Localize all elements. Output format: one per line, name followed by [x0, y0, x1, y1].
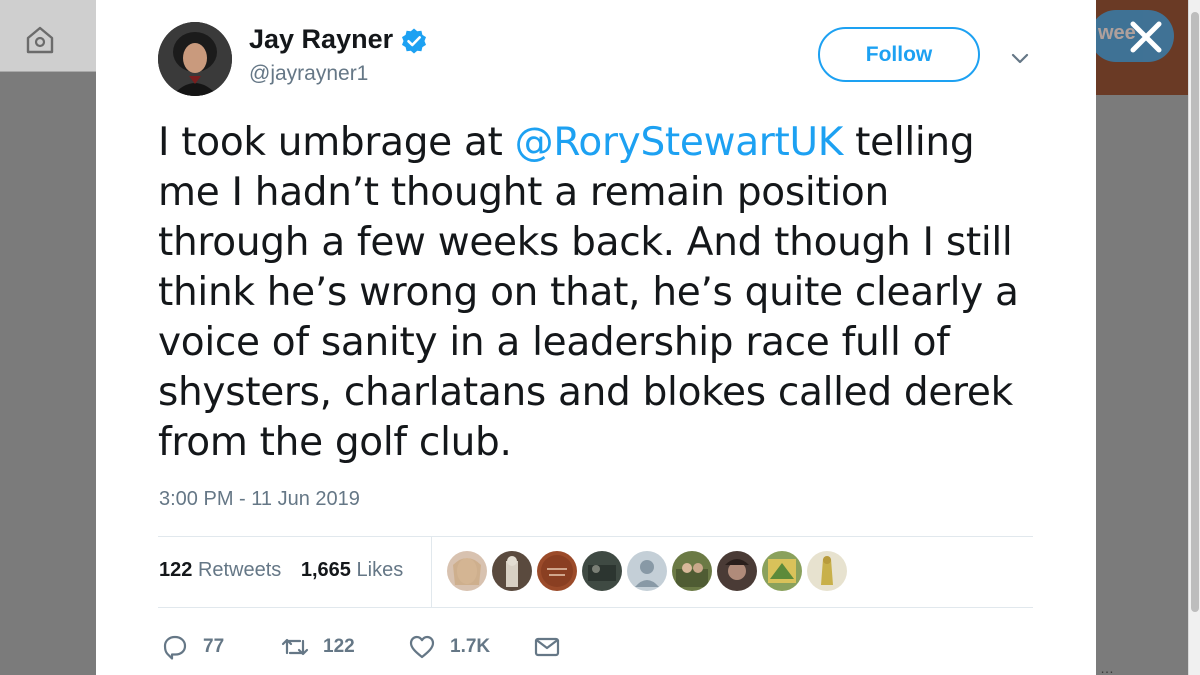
liker-avatar[interactable]: [627, 551, 667, 591]
scrollbar-thumb[interactable]: [1191, 12, 1199, 612]
tweet-timestamp[interactable]: 3:00 PM - 11 Jun 2019: [159, 488, 360, 511]
reply-count: 77: [203, 636, 225, 657]
likes-count: 1,665: [300, 559, 351, 581]
direct-message-button[interactable]: [533, 630, 561, 664]
likes-stat[interactable]: 1,665 Likes: [301, 559, 403, 581]
reply-button[interactable]: 77: [161, 630, 224, 664]
stats-separator: [431, 537, 432, 607]
liker-avatar[interactable]: [447, 551, 487, 591]
liker-avatar[interactable]: [807, 551, 847, 591]
retweet-icon: [281, 638, 309, 656]
liker-avatar[interactable]: [762, 551, 802, 591]
scrollbar[interactable]: [1188, 0, 1200, 675]
follow-button[interactable]: Follow: [818, 27, 980, 82]
liker-avatar[interactable]: [537, 551, 577, 591]
avatar-image: [158, 22, 232, 96]
liker-avatar[interactable]: [717, 551, 757, 591]
divider: [158, 607, 1033, 608]
liker-avatar[interactable]: [492, 551, 532, 591]
display-name[interactable]: Jay Rayner: [249, 24, 393, 55]
likes-label: Likes: [356, 559, 404, 581]
divider: [158, 536, 1033, 537]
retweets-stat[interactable]: 122 Retweets: [159, 559, 281, 581]
tweet-modal: Jay Rayner @jayrayner1 Follow I took umb…: [96, 0, 1096, 675]
like-button[interactable]: 1.7K: [408, 630, 490, 664]
avatar[interactable]: [158, 22, 232, 96]
chevron-down-icon[interactable]: [1008, 46, 1032, 70]
verified-badge-icon: [402, 28, 426, 54]
liker-avatar[interactable]: [672, 551, 712, 591]
home-icon: [26, 26, 54, 54]
user-handle[interactable]: @jayrayner1: [249, 62, 368, 86]
background-top-bar: [0, 0, 96, 72]
retweets-label: Retweets: [197, 559, 282, 581]
tweet-text-part: I took umbrage at: [158, 120, 515, 165]
retweet-button[interactable]: 122: [281, 630, 355, 664]
close-icon[interactable]: [1122, 16, 1170, 60]
like-count: 1.7K: [450, 636, 491, 657]
background-text-fragment: …: [1100, 660, 1114, 675]
envelope-icon: [534, 637, 560, 657]
reply-icon: [163, 635, 187, 660]
liker-avatar[interactable]: [582, 551, 622, 591]
retweet-count: 122: [323, 636, 355, 657]
heart-icon: [409, 635, 435, 659]
tweet-text-part: telling me I hadn’t thought a remain pos…: [158, 120, 1019, 465]
retweets-count: 122: [159, 559, 193, 581]
tweet-stats: 122 Retweets 1,665 Likes: [159, 559, 417, 582]
mention-link[interactable]: @RoryStewartUK: [515, 120, 844, 165]
tweet-text: I took umbrage at @RoryStewartUK telling…: [158, 118, 1038, 468]
